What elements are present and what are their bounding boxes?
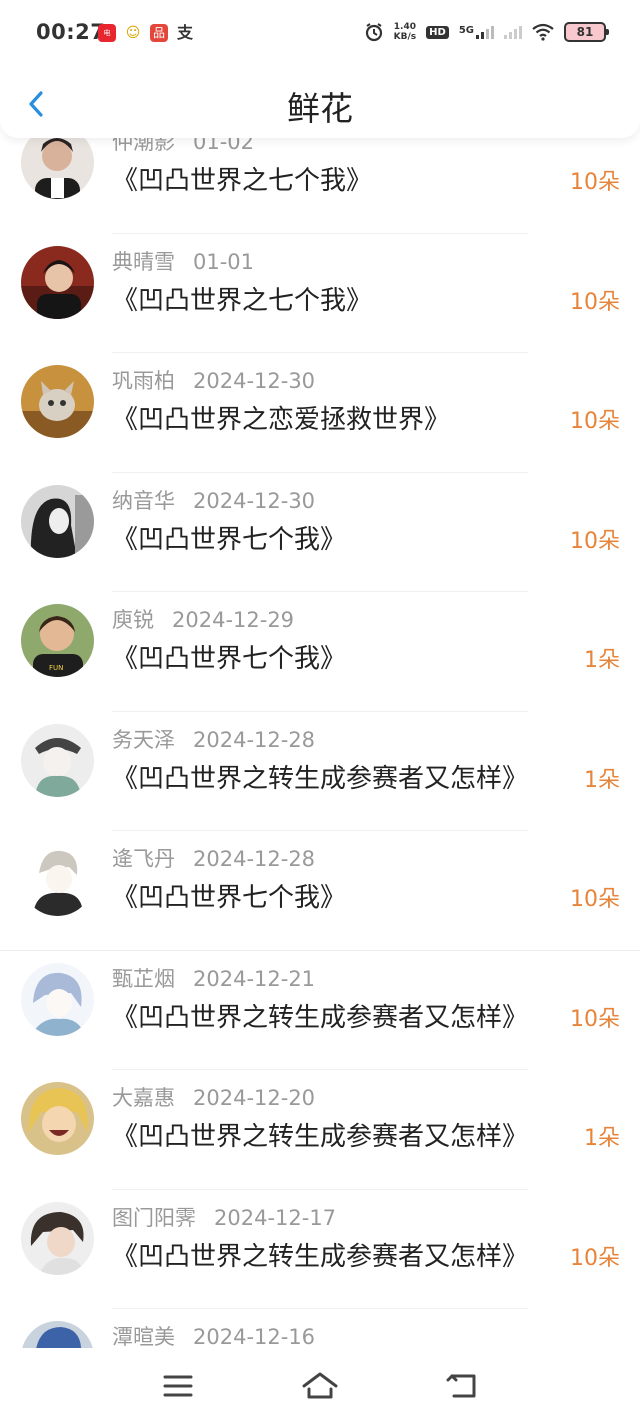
book-title[interactable]: 《凹凸世界之七个我》 — [112, 280, 372, 317]
alipay-icon: 支 — [176, 23, 194, 42]
flower-count: 10朵 — [570, 170, 620, 195]
system-navigation-bar — [0, 1348, 640, 1422]
list-item[interactable]: FUN 庾锐 2024-12-29 《凹凸世界七个我》 1朵 — [0, 592, 640, 712]
avatar[interactable] — [21, 245, 94, 319]
home-button[interactable] — [300, 1370, 340, 1402]
sender-info: 庾锐 2024-12-29 — [112, 604, 294, 634]
send-date: 2024-12-20 — [193, 1086, 316, 1110]
avatar[interactable]: FUN — [21, 604, 94, 677]
flower-record-list[interactable]: 仲潮影 01-02 《凹凸世界之七个我》 10朵 典晴雪 01-01 《凹凸世界之七… — [0, 118, 640, 1348]
avatar[interactable] — [21, 1201, 94, 1275]
menu-icon — [163, 1375, 193, 1397]
app-notification-icon: ☺ — [124, 24, 142, 42]
send-date: 2024-12-30 — [193, 488, 316, 513]
avatar[interactable] — [21, 484, 94, 558]
return-icon — [446, 1374, 476, 1398]
sender-name: 务天泽 — [112, 727, 175, 752]
avatar[interactable] — [21, 1321, 94, 1348]
book-title[interactable]: 《凹凸世界之七个我》 — [112, 160, 372, 197]
book-title[interactable]: 《凹凸世界之转生成参赛者又怎样》 — [112, 1236, 528, 1273]
battery-icon: 81 — [564, 22, 609, 42]
list-item[interactable]: 大嘉惠 2024-12-20 《凹凸世界之转生成参赛者又怎样》 1朵 — [0, 1070, 640, 1190]
list-item[interactable]: 务天泽 2024-12-28 《凹凸世界之转生成参赛者又怎样》 1朵 — [0, 712, 640, 831]
book-title[interactable]: 《凹凸世界七个我》 — [112, 877, 346, 914]
flower-count: 1朵 — [584, 1126, 620, 1151]
book-title[interactable]: 《凹凸世界七个我》 — [112, 638, 346, 675]
svg-text:FUN: FUN — [49, 664, 63, 672]
sender-info: 纳音华 2024-12-30 — [112, 485, 315, 515]
page-title: 鲜花 — [287, 89, 353, 128]
list-item[interactable]: 巩雨柏 2024-12-30 《凹凸世界之恋爱拯救世界》 10朵 — [0, 353, 640, 473]
send-date: 2024-12-21 — [193, 966, 316, 991]
sender-info: 图门阳霁 2024-12-17 — [112, 1202, 336, 1232]
home-icon — [302, 1372, 338, 1399]
hd-icon: HD — [426, 25, 449, 39]
status-indicators: 1.40 KB/s HD 5G 81 — [364, 22, 609, 42]
flower-count: 10朵 — [570, 528, 620, 554]
book-title[interactable]: 《凹凸世界之转生成参赛者又怎样》 — [112, 997, 528, 1034]
sender-name: 巩雨柏 — [112, 369, 175, 393]
flower-count: 1朵 — [584, 648, 620, 673]
list-item[interactable]: 图门阳霁 2024-12-17 《凹凸世界之转生成参赛者又怎样》 10朵 — [0, 1190, 640, 1309]
notification-icons: 电 ☺ 品 支 — [98, 24, 194, 42]
status-time: 00:27 — [36, 20, 106, 44]
list-item[interactable]: 甄芷烟 2024-12-21 《凹凸世界之转生成参赛者又怎样》 10朵 — [0, 951, 640, 1070]
sender-name: 大嘉惠 — [112, 1086, 175, 1110]
status-bar: 00:27 电 ☺ 品 支 1.40 KB/s HD 5G 81 — [0, 0, 640, 70]
send-date: 2024-12-17 — [214, 1205, 337, 1230]
sender-name: 纳音华 — [112, 488, 175, 513]
menu-button[interactable] — [158, 1370, 198, 1402]
sender-info: 甄芷烟 2024-12-21 — [112, 963, 315, 993]
signal-icon — [504, 26, 522, 39]
sender-info: 潭暄美 2024-12-16 — [112, 1321, 315, 1348]
avatar[interactable] — [21, 365, 94, 438]
flower-count: 10朵 — [570, 887, 620, 912]
return-button[interactable] — [442, 1370, 482, 1402]
sender-info: 典晴雪 01-01 — [112, 246, 254, 276]
send-date: 2024-12-28 — [193, 847, 316, 871]
send-date: 2024-12-28 — [193, 727, 316, 752]
list-item[interactable]: 典晴雪 01-01 《凹凸世界之七个我》 10朵 — [0, 234, 640, 353]
book-title[interactable]: 《凹凸世界七个我》 — [112, 519, 346, 556]
book-title[interactable]: 《凹凸世界之转生成参赛者又怎样》 — [112, 758, 528, 795]
flower-count: 10朵 — [570, 1245, 620, 1271]
sender-info: 逄飞丹 2024-12-28 — [112, 843, 315, 873]
avatar[interactable] — [21, 1082, 94, 1155]
send-date: 2024-12-16 — [193, 1325, 316, 1348]
send-date: 2024-12-29 — [172, 608, 295, 632]
book-title[interactable]: 《凹凸世界之转生成参赛者又怎样》 — [112, 1116, 528, 1153]
sender-name: 逄飞丹 — [112, 847, 175, 871]
send-date: 01-01 — [193, 249, 255, 274]
list-item[interactable]: 逄飞丹 2024-12-28 《凹凸世界七个我》 10朵 — [0, 831, 640, 951]
alarm-icon — [365, 23, 382, 42]
sender-name: 潭暄美 — [112, 1325, 175, 1348]
signal-5g-icon: 5G — [459, 25, 494, 39]
sender-info: 大嘉惠 2024-12-20 — [112, 1082, 315, 1112]
sender-name: 典晴雪 — [112, 249, 175, 274]
sender-name: 图门阳霁 — [112, 1205, 196, 1230]
app-notification-icon: 电 — [98, 24, 116, 42]
app-notification-icon: 品 — [150, 24, 168, 42]
avatar[interactable] — [21, 723, 94, 797]
avatar[interactable] — [21, 843, 94, 916]
sender-info: 巩雨柏 2024-12-30 — [112, 365, 315, 395]
list-item[interactable]: 潭暄美 2024-12-16 — [0, 1309, 640, 1348]
sender-info: 务天泽 2024-12-28 — [112, 724, 315, 754]
flower-count: 1朵 — [584, 767, 620, 793]
page-header: 鲜花 — [0, 70, 640, 138]
book-title[interactable]: 《凹凸世界之恋爱拯救世界》 — [112, 399, 450, 436]
flower-count: 10朵 — [570, 409, 620, 434]
flower-count: 10朵 — [570, 289, 620, 315]
avatar[interactable] — [21, 962, 94, 1036]
sender-name: 甄芷烟 — [112, 966, 175, 991]
network-speed: 1.40 KB/s — [393, 22, 417, 42]
list-item[interactable]: 纳音华 2024-12-30 《凹凸世界七个我》 10朵 — [0, 473, 640, 592]
sender-name: 庾锐 — [112, 608, 154, 632]
send-date: 2024-12-30 — [193, 369, 316, 393]
wifi-icon — [532, 23, 554, 41]
flower-count: 10朵 — [570, 1006, 620, 1032]
